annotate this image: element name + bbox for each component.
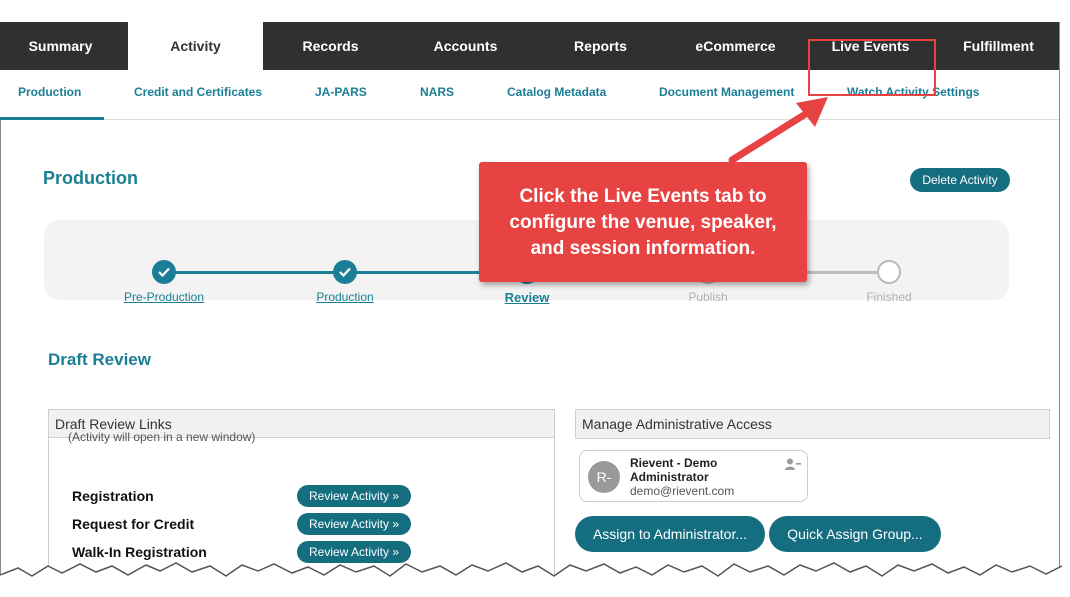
admin-access-panel: Manage Administrative Access [575, 409, 1050, 439]
quick-assign-group-button[interactable]: Quick Assign Group... [769, 516, 941, 552]
delete-activity-button[interactable]: Delete Activity [910, 168, 1010, 192]
live-events-highlight [808, 39, 936, 96]
callout-box: Click the Live Events tab to configure t… [479, 162, 807, 282]
admin-card[interactable]: R- Rievent - Demo Administrator demo@rie… [579, 450, 808, 502]
step-production[interactable]: Production [316, 290, 373, 304]
avatar: R- [588, 461, 620, 493]
tab-records[interactable]: Records [263, 22, 398, 70]
page-title: Production [43, 168, 138, 188]
step-pending-icon [877, 260, 901, 284]
draft-review-title: Draft Review [48, 350, 151, 369]
subtab-credit-certificates[interactable]: Credit and Certificates [134, 70, 262, 120]
new-window-note: (Activity will open in a new window) [68, 430, 256, 444]
tab-ecommerce[interactable]: eCommerce [668, 22, 803, 70]
assign-administrator-button[interactable]: Assign to Administrator... [575, 516, 765, 552]
panel-header: Manage Administrative Access [576, 410, 1049, 438]
subtab-production[interactable]: Production [0, 70, 104, 120]
tab-reports[interactable]: Reports [533, 22, 668, 70]
tab-summary[interactable]: Summary [0, 22, 121, 70]
review-activity-button[interactable]: Review Activity » [297, 513, 411, 535]
subtab-ja-pars[interactable]: JA-PARS [315, 70, 367, 120]
step-publish: Publish [688, 290, 728, 304]
admin-name: Rievent - Demo Administrator [630, 456, 718, 484]
tab-activity[interactable]: Activity [128, 22, 263, 70]
step-finished: Finished [866, 290, 912, 304]
tab-accounts[interactable]: Accounts [398, 22, 533, 70]
review-row-label: Request for Credit [72, 516, 195, 532]
review-activity-button[interactable]: Review Activity » [297, 485, 411, 507]
admin-email: demo@rievent.com [630, 484, 735, 498]
step-check-icon [152, 260, 176, 284]
remove-user-icon[interactable] [785, 457, 801, 475]
callout-line: Click the Live Events tab to [519, 186, 767, 207]
callout-line: configure the venue, speaker, [509, 212, 777, 233]
tab-fulfillment[interactable]: Fulfillment [938, 22, 1059, 70]
review-row-label: Walk-In Registration [72, 544, 207, 560]
subtab-document-management[interactable]: Document Management [659, 70, 794, 120]
step-check-icon [333, 260, 357, 284]
callout-line: and session information. [530, 238, 756, 259]
subtab-catalog-metadata[interactable]: Catalog Metadata [507, 70, 606, 120]
review-activity-button[interactable]: Review Activity » [297, 541, 411, 563]
review-row-label: Registration [72, 488, 154, 504]
subtab-nars[interactable]: NARS [420, 70, 454, 120]
step-pre-production[interactable]: Pre-Production [124, 290, 204, 304]
step-review[interactable]: Review [505, 290, 550, 305]
